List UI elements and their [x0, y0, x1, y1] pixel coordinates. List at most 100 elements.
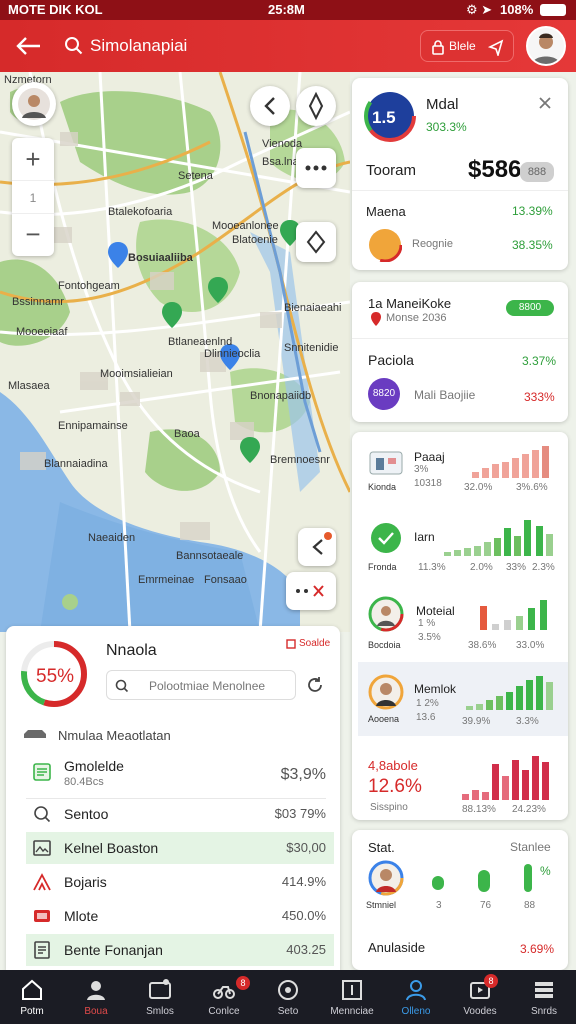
more-dots-icon	[305, 165, 327, 171]
detail-card[interactable]: 1a ManeiKoke Monse 2036 8800 Paciola 3.3…	[352, 282, 568, 422]
stat-bar	[432, 876, 444, 890]
nav-label: Seto	[277, 1006, 299, 1017]
sheet-row[interactable]: Kelnel Boaston $30,00	[26, 832, 334, 864]
navigation-icon	[306, 230, 326, 254]
row-value: 450.0%	[281, 908, 326, 923]
list-item[interactable]: Paaaj 3% 10318 Kionda 32.0% 3%.6%	[352, 432, 568, 506]
list-title: Paaaj	[414, 450, 445, 464]
map-view[interactable]: Nzmetorn Vienoda Bsa.lna Setena Btalekof…	[0, 72, 350, 632]
nav-item-profile[interactable]: Boua	[64, 970, 128, 1024]
list-item[interactable]: 4,8abole 12.6% Sisspino 88.13% 24.23%	[352, 742, 568, 820]
gallery-icon	[149, 979, 171, 999]
list-v1: 39.9%	[462, 716, 491, 727]
back-arrow-icon[interactable]	[14, 32, 42, 60]
nav-item-more[interactable]: Snrds	[512, 970, 576, 1024]
list-item[interactable]: Iarn Fronda 11.3% 2.0% 33% 2.3%	[352, 508, 568, 582]
layers-button[interactable]	[296, 222, 336, 262]
row-value: $3,9%	[280, 766, 326, 783]
account-pill[interactable]: Blele	[420, 30, 514, 62]
sparkbar	[480, 600, 556, 630]
map-label: Ennipamainse	[58, 420, 128, 432]
close-icon[interactable]	[538, 96, 552, 110]
sheet-row[interactable]: Bente Fonanjan 403.25	[26, 934, 334, 966]
sheet-row[interactable]: Bojaris 414.9%	[26, 866, 334, 898]
list-v2: 3.3%	[516, 716, 539, 727]
map-label: Mooeanlonee	[212, 220, 279, 232]
map-label: Btalekofoaria	[108, 206, 173, 218]
item-label: Reognie	[412, 238, 453, 250]
avatar: 8820	[368, 378, 400, 410]
image-icon	[33, 840, 51, 856]
detail-title: 1a ManeiKoke	[368, 296, 452, 311]
list-v1: 2.0%	[470, 562, 493, 573]
compass-icon	[308, 91, 324, 121]
row-value: $03 79%	[274, 806, 326, 821]
sheet-row[interactable]: Gmolelde 80.4Bcs $3,9%	[26, 756, 334, 796]
sheet-row[interactable]: Mlote 450.0%	[26, 900, 334, 932]
profile-avatar[interactable]	[526, 26, 566, 66]
close-route-button[interactable]	[286, 572, 336, 610]
list-pct: 3%	[414, 464, 429, 475]
list-name: Kionda	[368, 482, 397, 492]
nav-item-home[interactable]: Potm	[0, 970, 64, 1024]
lock-icon	[432, 40, 444, 55]
nav-item-gallery[interactable]: Smlos	[128, 970, 192, 1024]
document-icon	[33, 763, 51, 781]
list-big-value: 12.6%	[368, 776, 422, 797]
tent-icon	[33, 873, 51, 891]
nav-label: Voodes	[463, 1006, 497, 1017]
square-icon	[286, 638, 296, 649]
row-value: $30,00	[286, 840, 326, 855]
nav-label: Snrds	[530, 1006, 558, 1017]
stat-name: Stmniel	[366, 900, 397, 910]
search-placeholder: Polootmiae Menolnee	[149, 679, 266, 693]
zoom-in-button[interactable]: +	[12, 138, 54, 180]
row-sub: 80.4Bcs	[64, 776, 104, 788]
status-left: MOTE DIK KOL	[8, 2, 103, 17]
stat-footer-value: 3.69%	[520, 942, 555, 956]
rotate-button[interactable]	[250, 86, 290, 126]
nav-label: Boua	[84, 1006, 108, 1017]
nav-item-account[interactable]: Olleno	[384, 970, 448, 1024]
map-avatar-button[interactable]	[12, 82, 56, 126]
list-item[interactable]: Moteial 1 % 3.5% Bocdoia 38.6% 33.0%	[352, 584, 568, 658]
map-label: Btlaneaenlnd	[168, 336, 233, 348]
refresh-icon[interactable]	[304, 674, 326, 696]
stat-title: Stat.	[368, 840, 395, 855]
sheet-action[interactable]: Soalde	[286, 638, 330, 649]
share-icon	[312, 532, 332, 555]
stat-pct: %	[540, 864, 551, 878]
search-field[interactable]: Simolanapiai	[64, 34, 364, 58]
list-title: Memlok	[414, 682, 457, 696]
close-icon	[296, 585, 324, 597]
summary-card[interactable]: 1.5 Mdal 303.3% Tooram $586 888 Maena 13…	[352, 78, 568, 270]
status-badge: 8800	[506, 300, 554, 316]
building-icon	[369, 451, 403, 475]
map-label: Mooimsialieian	[100, 368, 173, 380]
more-button[interactable]	[296, 148, 336, 188]
sheet-search-input[interactable]: Polootmiae Menolnee	[106, 670, 296, 700]
sheet-row[interactable]: Sentoo $03 79%	[26, 798, 334, 830]
stat-bar	[478, 870, 490, 892]
compass-button[interactable]	[296, 86, 336, 126]
share-button[interactable]	[298, 528, 336, 566]
list-title: Iarn	[414, 530, 435, 544]
nav-label: Smlos	[146, 1006, 174, 1017]
check-icon	[371, 523, 401, 553]
list-v1: 38.6%	[468, 640, 497, 651]
stat-card[interactable]: Stat. Stanlee Stmniel % 3 76 88 Anulasid…	[352, 830, 568, 970]
zoom-out-button[interactable]: −	[12, 214, 54, 256]
price-pill[interactable]: 888	[520, 162, 554, 182]
list-v3: 2.3%	[532, 562, 555, 573]
map-label: Bienaiaeahi	[284, 302, 342, 314]
stat-item: 88	[524, 900, 536, 911]
map-label: Fontohgeam	[58, 280, 120, 292]
list-v2: 33%	[506, 562, 527, 573]
nav-item-video[interactable]: 8 Voodes	[448, 970, 512, 1024]
list-item[interactable]: Memlok 1 2% 13.6 Aooena 39.9% 3.3%	[358, 662, 568, 736]
divider	[352, 338, 568, 339]
nav-item-music[interactable]: Seto	[256, 970, 320, 1024]
nav-item-menu[interactable]: Mennciae	[320, 970, 384, 1024]
avatar-ring	[368, 596, 404, 632]
nav-item-bike[interactable]: 8 Conlce	[192, 970, 256, 1024]
